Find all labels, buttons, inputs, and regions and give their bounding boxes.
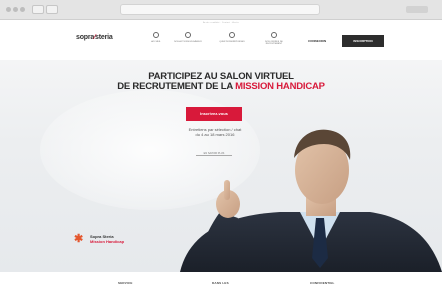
maximize-window-icon[interactable] (20, 7, 25, 12)
site-logo[interactable]: sopra⁄steria (76, 34, 113, 41)
back-button[interactable] (32, 5, 44, 14)
connexion-link[interactable]: CONNEXION (308, 39, 326, 43)
brand-line2: Mission Handicap (90, 239, 125, 244)
footer-item-confidentiel[interactable]: CONFIDENTIEL (310, 281, 335, 285)
close-window-icon[interactable] (6, 7, 11, 12)
footer-item-service[interactable]: SERVICE (118, 281, 133, 285)
browser-actions[interactable] (406, 6, 428, 13)
nav-label: ACCUEIL (151, 41, 161, 43)
minimize-window-icon[interactable] (13, 7, 18, 12)
forward-button[interactable] (46, 5, 58, 14)
event-line2: du 4 au 18 mars 2016 (195, 132, 235, 137)
hand-icon (185, 32, 191, 38)
chat-icon (271, 32, 277, 38)
info-icon (229, 32, 235, 38)
logo-part1: sopra (76, 34, 95, 41)
inscription-button[interactable]: INSCRIPTION (342, 35, 384, 47)
footer-item-dans-les[interactable]: DANS LES (212, 281, 229, 285)
browser-toolbar (0, 0, 442, 20)
home-icon (153, 32, 159, 38)
logo-part2: steria (95, 34, 113, 41)
address-bar[interactable] (120, 4, 320, 15)
nav-item-questions[interactable]: QUESTIONS/RÉPONSES (216, 32, 248, 43)
more-info-link[interactable]: EN SAVOIR PLUS (196, 152, 232, 156)
event-dates: Entretiens par sélection / chat du 4 au … (160, 127, 270, 137)
nav-label: QUESTIONS/RÉPONSES (219, 41, 245, 43)
nav-item-accueil[interactable]: ACCUEIL (140, 32, 172, 43)
top-links[interactable]: Accès candidat · Contact · Accès (0, 22, 442, 24)
headline-line2: DE RECRUTEMENT DE LA MISSION HANDICAP (0, 82, 442, 92)
headline-line2-accent: MISSION HANDICAP (235, 81, 325, 92)
inscrivez-vous-button[interactable]: Inscrivez-vous (186, 107, 242, 121)
nav-item-actions[interactable]: NOS ACTIONS EN FAVEUR (172, 32, 204, 43)
nav-label: NOS OFFRES DE RECRUTEMENT (265, 41, 283, 45)
nav-label: NOS ACTIONS EN FAVEUR (174, 41, 202, 43)
hero-banner: PARTICIPEZ AU SALON VIRTUEL DE RECRUTEME… (0, 60, 442, 272)
hero-headline: PARTICIPEZ AU SALON VIRTUEL DE RECRUTEME… (0, 72, 442, 92)
running-figure-icon: ✱ (74, 233, 84, 245)
nav-item-offres[interactable]: NOS OFFRES DE RECRUTEMENT (258, 32, 290, 45)
businessman-photo (180, 129, 442, 272)
headline-line2-plain: DE RECRUTEMENT DE LA (117, 81, 233, 92)
